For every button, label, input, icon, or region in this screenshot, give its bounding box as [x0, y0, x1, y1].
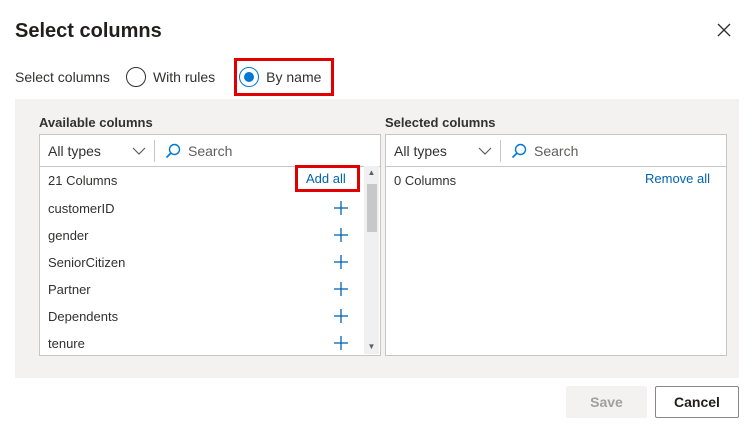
available-item-tenure[interactable]: tenure: [48, 336, 85, 351]
selected-type-dropdown[interactable]: All types: [386, 135, 500, 166]
search-icon: [165, 143, 181, 158]
add-icon[interactable]: [333, 254, 349, 270]
selected-search-placeholder: Search: [534, 142, 579, 159]
save-button[interactable]: Save: [566, 386, 647, 418]
selected-filter-row: All types Search: [386, 135, 726, 167]
available-item-gender[interactable]: gender: [48, 228, 88, 243]
available-type-dropdown[interactable]: All types: [40, 135, 154, 166]
radio-with-rules[interactable]: With rules: [125, 67, 216, 87]
selection-mode-label: Select columns: [15, 69, 110, 85]
available-item-partner[interactable]: Partner: [48, 282, 91, 297]
available-filter-row: All types Search: [40, 135, 380, 167]
available-search-input[interactable]: Search: [155, 135, 380, 166]
add-icon[interactable]: [333, 335, 349, 351]
available-type-value: All types: [48, 142, 101, 159]
chevron-down-icon: [132, 147, 146, 155]
add-icon[interactable]: [333, 227, 349, 243]
available-item-seniorcitizen[interactable]: SeniorCitizen: [48, 255, 125, 270]
search-icon: [511, 143, 527, 158]
by-name-highlight: [234, 58, 334, 96]
selected-count: 0 Columns: [394, 173, 457, 188]
chevron-down-icon: [478, 147, 492, 155]
add-all-highlight: [295, 165, 360, 192]
selected-search-input[interactable]: Search: [501, 135, 726, 166]
available-item-dependents[interactable]: Dependents: [48, 309, 118, 324]
scroll-thumb[interactable]: [367, 184, 377, 232]
remove-all-link[interactable]: Remove all: [645, 171, 710, 186]
close-icon[interactable]: [714, 20, 734, 40]
add-icon[interactable]: [333, 308, 349, 324]
scroll-down-icon[interactable]: ▼: [366, 342, 377, 352]
scroll-up-icon[interactable]: ▲: [366, 168, 377, 178]
radio-label-with-rules: With rules: [152, 69, 216, 85]
available-count: 21 Columns: [48, 173, 118, 188]
available-columns-heading: Available columns: [39, 115, 153, 130]
selected-type-value: All types: [394, 142, 447, 159]
available-search-placeholder: Search: [188, 142, 233, 159]
selected-columns-heading: Selected columns: [385, 115, 496, 130]
available-scrollbar[interactable]: ▲ ▼: [364, 166, 379, 354]
cancel-button[interactable]: Cancel: [655, 386, 739, 418]
radio-circle-with-rules[interactable]: [125, 67, 146, 87]
dialog-title: Select columns: [15, 20, 162, 42]
add-icon[interactable]: [333, 281, 349, 297]
add-icon[interactable]: [333, 200, 349, 216]
selected-columns-list: All types Search 0 Columns Remove all: [385, 134, 727, 356]
available-item-customerid[interactable]: customerID: [48, 201, 114, 216]
